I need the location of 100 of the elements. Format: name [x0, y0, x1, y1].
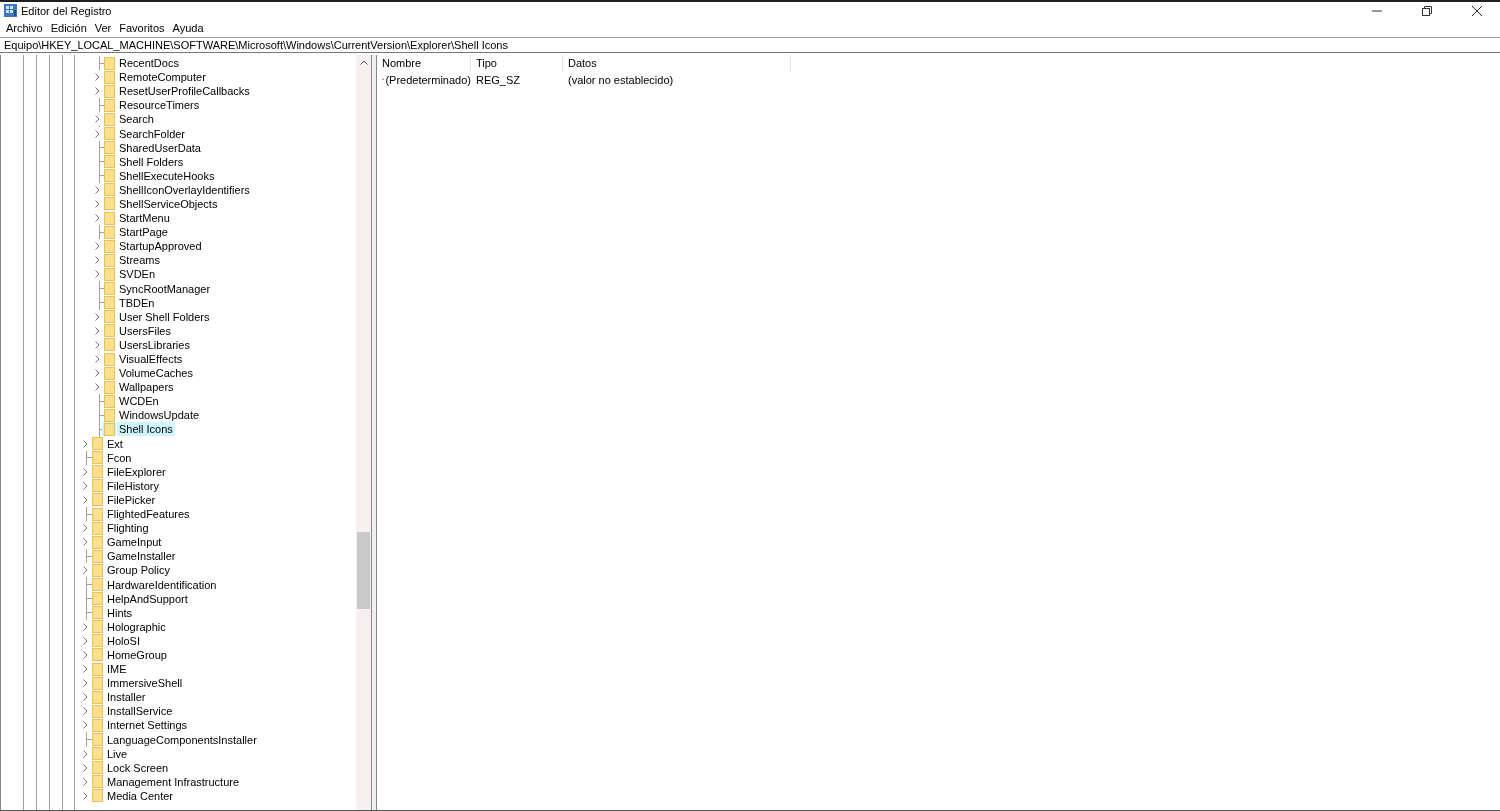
folder-icon: [92, 465, 103, 479]
tree-item[interactable]: FileHistory: [105, 478, 161, 493]
tree-item[interactable]: Ext: [105, 436, 125, 451]
tree-item[interactable]: Search: [117, 112, 156, 127]
menu-item[interactable]: Favoritos: [115, 19, 169, 37]
folder-icon: [104, 211, 115, 225]
folder-icon: [92, 535, 103, 549]
tree-item[interactable]: ShellExecuteHooks: [117, 168, 217, 183]
tree-item[interactable]: HomeGroup: [105, 648, 169, 662]
tree-item[interactable]: HelpAndSupport: [105, 591, 190, 606]
folder-icon: [104, 127, 115, 140]
folder-icon: [92, 761, 103, 775]
folder-icon: [92, 606, 103, 620]
tree-item[interactable]: FilePicker: [105, 492, 158, 507]
tree-item[interactable]: FlightedFeatures: [105, 507, 192, 522]
menu-item[interactable]: Edición: [46, 19, 91, 37]
tree-item[interactable]: GameInstaller: [105, 549, 178, 564]
tree-item[interactable]: FileExplorer: [105, 464, 168, 479]
folder-icon: [104, 155, 115, 169]
column-header[interactable]: Datos: [563, 55, 791, 72]
tree-item[interactable]: SharedUserData: [117, 140, 203, 155]
tree-item[interactable]: Holographic: [105, 619, 168, 634]
table-cell: (Predeterminado): [385, 73, 471, 86]
tree-item[interactable]: UsersFiles: [117, 323, 173, 338]
scrollbar-thumb[interactable]: [357, 532, 370, 609]
folder-icon: [104, 169, 115, 183]
tree-item[interactable]: IME: [105, 662, 129, 677]
tree-item[interactable]: Lock Screen: [105, 760, 171, 775]
folder-icon: [92, 563, 103, 577]
tree-item[interactable]: Wallpapers: [117, 380, 176, 395]
tree-item[interactable]: Live: [105, 746, 130, 761]
tree-item[interactable]: GameInput: [105, 535, 164, 550]
address-field[interactable]: Equipo\HKEY_LOCAL_MACHINE\SOFTWARE\Microsoft\Windows\CurrentVersion\Explorer\Shell Icons: [0, 37, 1500, 53]
folder-icon: [92, 479, 103, 493]
tree-item[interactable]: VisualEffects: [117, 352, 185, 366]
tree-item[interactable]: Installer: [105, 690, 148, 705]
tree-item[interactable]: RemoteComputer: [117, 70, 208, 85]
folder-icon: [104, 56, 115, 70]
tree-item[interactable]: ImmersiveShell: [105, 676, 185, 691]
scroll-up-icon[interactable]: [359, 59, 368, 65]
folder-icon: [92, 578, 103, 591]
column-header[interactable]: Nombre: [377, 55, 471, 72]
menu-item[interactable]: Ver: [90, 19, 116, 37]
folder-icon: [104, 225, 115, 239]
folder-icon: [104, 98, 115, 112]
tree-item[interactable]: Group Policy: [105, 563, 172, 578]
tree-item[interactable]: ShellIconOverlayIdentifiers: [117, 182, 252, 197]
tree-item[interactable]: ShellServiceObjects: [117, 197, 220, 211]
folder-icon: [104, 267, 115, 281]
folder-icon: [104, 352, 115, 366]
menu-item[interactable]: Ayuda: [168, 19, 208, 37]
tree-item[interactable]: StartupApproved: [117, 239, 204, 254]
tree-item[interactable]: Management Infrastructure: [105, 774, 242, 789]
tree-item[interactable]: HoloSI: [105, 633, 143, 648]
folder-icon: [104, 310, 115, 324]
folder-icon: [104, 366, 115, 380]
tree-item[interactable]: ResetUserProfileCallbacks: [117, 84, 252, 99]
tree-item[interactable]: User Shell Folders: [117, 309, 212, 324]
tree-item[interactable]: WindowsUpdate: [117, 408, 202, 423]
menu-item[interactable]: Archivo: [2, 19, 47, 37]
tree-item[interactable]: VolumeCaches: [117, 366, 195, 381]
tree-item[interactable]: Fcon: [105, 450, 134, 465]
table-cell: (valor no establecido): [568, 73, 674, 86]
tree-item[interactable]: Media Center: [105, 788, 176, 803]
folder-icon: [92, 592, 103, 606]
tree-item[interactable]: Internet Settings: [105, 718, 190, 733]
tree-item[interactable]: TBDEn: [117, 295, 157, 310]
tree-item[interactable]: UsersLibraries: [117, 337, 192, 352]
folder-icon: [92, 718, 103, 732]
tree-item[interactable]: WCDEn: [117, 394, 161, 409]
tree-item[interactable]: SVDEn: [117, 267, 158, 282]
tree-item[interactable]: Streams: [117, 253, 162, 268]
tree-item[interactable]: SearchFolder: [117, 126, 188, 141]
tree-item[interactable]: StartPage: [117, 225, 170, 240]
tree-item[interactable]: Shell Folders: [117, 154, 186, 169]
tree-item[interactable]: SyncRootManager: [117, 281, 213, 296]
folder-icon: [104, 423, 115, 436]
folder-icon: [104, 141, 115, 155]
tree-item[interactable]: Flighting: [105, 521, 151, 536]
folder-icon: [104, 324, 115, 338]
tree-item[interactable]: Hints: [105, 605, 135, 620]
folder-icon: [104, 408, 115, 422]
tree-item[interactable]: Shell Icons: [117, 422, 175, 437]
tree-item[interactable]: StartMenu: [117, 211, 172, 226]
folder-icon: [92, 648, 103, 662]
folder-icon: [104, 296, 115, 310]
tree-item[interactable]: LanguageComponentsInstaller: [105, 732, 259, 747]
folder-icon: [92, 437, 103, 451]
folder-icon: [104, 183, 115, 197]
folder-icon: [92, 521, 103, 535]
folder-icon: [104, 197, 115, 211]
tree-item[interactable]: InstallService: [105, 704, 175, 719]
tree-item[interactable]: ResourceTimers: [117, 98, 202, 113]
restore-icon[interactable]: [1422, 5, 1432, 16]
tree-item[interactable]: HardwareIdentification: [105, 577, 219, 592]
close-icon[interactable]: [1472, 5, 1482, 16]
folder-icon: [92, 747, 103, 761]
column-header[interactable]: Tipo: [471, 55, 563, 72]
tree-item[interactable]: RecentDocs: [117, 56, 181, 71]
folder-icon: [92, 690, 103, 704]
